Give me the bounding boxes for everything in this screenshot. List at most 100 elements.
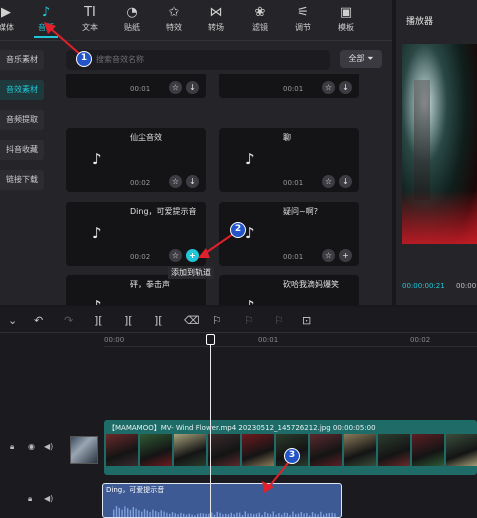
sound-card[interactable]: ♪ 砍哈我滴妈爆笑 bbox=[219, 275, 359, 305]
sound-card[interactable]: ♪ 聊 00:01 ☆ ↓ bbox=[219, 128, 359, 198]
audio-mute-icon[interactable]: ◀) bbox=[44, 494, 53, 503]
audio-clip-label: Ding，可爱提示音 bbox=[106, 486, 165, 494]
waveform-bar bbox=[143, 509, 146, 517]
add-to-track-tooltip: 添加到轨道 bbox=[168, 266, 214, 279]
waveform-bar bbox=[320, 511, 322, 517]
download-icon[interactable]: ↓ bbox=[186, 175, 199, 188]
favorite-star-icon[interactable]: ☆ bbox=[169, 175, 182, 188]
waveform-bar bbox=[183, 513, 185, 517]
favorite-star-icon[interactable]: ☆ bbox=[322, 81, 335, 94]
favorite-star-icon[interactable]: ☆ bbox=[322, 249, 335, 262]
crop-icon[interactable]: ⊡ bbox=[302, 314, 311, 327]
redo-icon[interactable]: ↷ bbox=[64, 314, 73, 327]
tool-effects[interactable]: ✩ 特效 bbox=[156, 4, 192, 38]
tool-text[interactable]: TI 文本 bbox=[72, 4, 108, 38]
annotation-marker-3: 3 bbox=[284, 448, 300, 464]
download-icon[interactable]: ↓ bbox=[339, 175, 352, 188]
video-frame bbox=[208, 434, 240, 466]
waveform-bar bbox=[295, 514, 297, 517]
waveform-bar bbox=[174, 513, 176, 517]
delete-icon[interactable]: ⌫ bbox=[184, 314, 200, 327]
waveform-bar bbox=[118, 507, 120, 517]
split-icon[interactable]: ][ bbox=[94, 314, 103, 327]
sound-duration: 00:02 bbox=[130, 179, 151, 187]
favorite-star-icon[interactable]: ☆ bbox=[169, 249, 182, 262]
toolbar-divider bbox=[0, 40, 392, 41]
waveform-bar bbox=[278, 513, 280, 517]
favorite-star-icon[interactable]: ☆ bbox=[169, 81, 182, 94]
annotation-marker-2: 2 bbox=[230, 222, 246, 238]
collapse-chevron-icon[interactable]: ⌄ bbox=[8, 314, 17, 327]
waveform-bar bbox=[311, 512, 314, 517]
visibility-icon[interactable]: ◉ bbox=[28, 442, 35, 451]
sound-card[interactable]: ♪ 仙尘音效 00:02 ☆ ↓ bbox=[66, 128, 206, 198]
video-frame bbox=[106, 434, 138, 466]
tool-transition[interactable]: ⋈ 转场 bbox=[198, 4, 234, 38]
flag-icon[interactable]: ⚐ bbox=[244, 314, 254, 327]
sound-card[interactable]: ♪00:01☆↓ bbox=[66, 74, 206, 104]
lock-icon[interactable]: 🔒︎ bbox=[28, 494, 32, 504]
tool-template[interactable]: ▣ 模板 bbox=[328, 4, 364, 38]
waveform-bar bbox=[233, 514, 235, 517]
waveform-bar bbox=[275, 514, 277, 517]
waveform-bar bbox=[334, 513, 336, 517]
add-icon[interactable]: + bbox=[339, 249, 352, 262]
waveform-bar bbox=[250, 513, 252, 517]
playhead-handle[interactable] bbox=[206, 334, 215, 345]
waveform-bar bbox=[306, 512, 308, 517]
waveform-bar bbox=[244, 511, 246, 517]
waveform-bar bbox=[135, 508, 137, 517]
waveform-bar bbox=[152, 509, 154, 517]
tool-label: 贴纸 bbox=[124, 23, 140, 32]
tool-label: 音频 bbox=[38, 23, 54, 32]
waveform-bar bbox=[188, 513, 190, 517]
tool-media[interactable]: ▶ 媒体 bbox=[0, 4, 24, 38]
tool-filter[interactable]: ❀ 滤镜 bbox=[242, 4, 278, 38]
tiktok-note-icon: ♪ bbox=[245, 150, 255, 168]
video-frame bbox=[310, 434, 342, 466]
ruler-label: 00:02 bbox=[410, 336, 431, 344]
audio-mute-icon[interactable]: ◀) bbox=[44, 442, 53, 451]
sound-duration: 00:01 bbox=[283, 253, 304, 261]
video-frame bbox=[378, 434, 410, 466]
cover-thumbnail[interactable] bbox=[70, 436, 98, 464]
tool-sticker[interactable]: ◔ 贴纸 bbox=[114, 4, 150, 38]
tool-audio[interactable]: ♪ 音频 bbox=[28, 4, 64, 38]
waveform-bar bbox=[127, 508, 129, 517]
waveform-bar bbox=[146, 510, 148, 517]
sound-name: 疑问~啊? bbox=[283, 207, 318, 216]
add-to-track-icon[interactable]: + bbox=[186, 249, 199, 262]
audio-waveform bbox=[113, 505, 336, 517]
waveform-bar bbox=[236, 512, 238, 517]
download-icon[interactable]: ↓ bbox=[186, 81, 199, 94]
waveform-bar bbox=[157, 512, 160, 517]
video-frame bbox=[344, 434, 376, 466]
waveform-bar bbox=[129, 509, 132, 517]
waveform-bar bbox=[239, 512, 241, 517]
video-frame bbox=[412, 434, 444, 466]
waveform-bar bbox=[247, 513, 249, 517]
waveform-bar bbox=[177, 514, 179, 517]
sound-duration: 00:01 bbox=[283, 85, 304, 93]
lock-icon[interactable]: 🔒︎ bbox=[10, 442, 14, 452]
split-right-icon[interactable]: ][ bbox=[154, 314, 163, 327]
audio-clip[interactable]: Ding，可爱提示音 bbox=[102, 483, 342, 518]
download-icon[interactable]: ↓ bbox=[339, 81, 352, 94]
favorite-star-icon[interactable]: ☆ bbox=[322, 175, 335, 188]
sound-card[interactable]: ♪ Ding，可爱提示音 00:02 ☆ + bbox=[66, 202, 206, 272]
split-left-icon[interactable]: ][ bbox=[124, 314, 133, 327]
tool-adjust[interactable]: ⚟ 调节 bbox=[285, 4, 321, 38]
undo-icon[interactable]: ↶ bbox=[34, 314, 43, 327]
flag2-icon[interactable]: ⚐ bbox=[274, 314, 284, 327]
filter-button[interactable]: 全部 ⏷ bbox=[340, 50, 382, 68]
ruler-baseline bbox=[104, 346, 477, 347]
sound-card[interactable]: ♪ 砰，拳击声 bbox=[66, 275, 206, 305]
sound-duration: 00:02 bbox=[130, 253, 151, 261]
search-input[interactable]: 搜索音效名称 bbox=[66, 50, 330, 70]
marker-icon[interactable]: ⚐ bbox=[212, 314, 222, 327]
sound-card[interactable]: ♪00:01☆↓ bbox=[219, 74, 359, 104]
waveform-bar bbox=[213, 514, 216, 517]
transition-icon: ⋈ bbox=[209, 5, 223, 20]
preview-stripe bbox=[414, 80, 430, 200]
sidebar-item[interactable]: 音乐素材 bbox=[0, 50, 44, 70]
